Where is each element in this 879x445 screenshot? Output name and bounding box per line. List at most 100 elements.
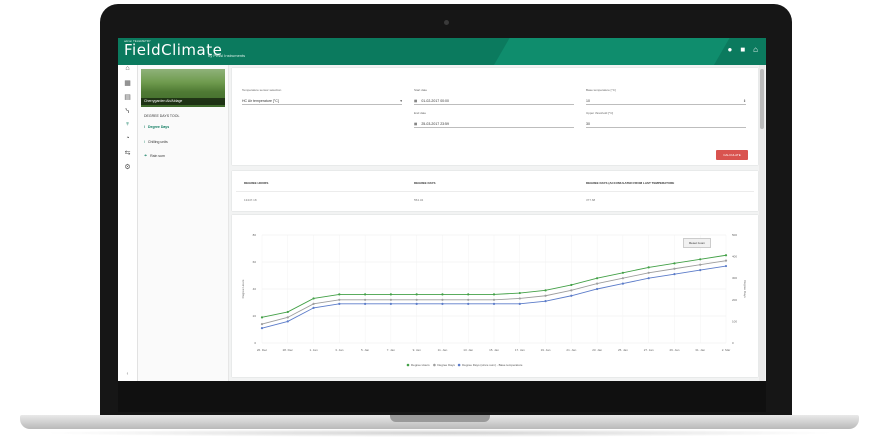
y2-axis-label: Degree Days bbox=[743, 280, 747, 298]
x-tick-label: 7. Jan bbox=[387, 348, 396, 352]
spinner-icon: ⇕ bbox=[743, 99, 746, 103]
folder-icon[interactable]: ■ bbox=[740, 46, 745, 54]
upper-threshold-value: 30 bbox=[586, 122, 590, 126]
scroll-thumb[interactable] bbox=[760, 69, 764, 129]
y-tick-label: 0 bbox=[254, 341, 256, 345]
x-tick-label: 21. Jan bbox=[566, 348, 576, 352]
x-tick-label: 19. Jan bbox=[541, 348, 551, 352]
y2-tick-label: 100 bbox=[732, 319, 737, 323]
data-point bbox=[492, 298, 496, 301]
data-point bbox=[492, 293, 496, 296]
chevron-down-icon: ▾ bbox=[400, 99, 402, 103]
data-point bbox=[467, 298, 470, 301]
table-cell: 377.68 bbox=[586, 198, 596, 202]
data-point bbox=[699, 263, 702, 266]
brand-sub: by Pessl Instruments bbox=[208, 53, 246, 58]
x-tick-label: 23. Jan bbox=[592, 348, 602, 352]
x-tick-label: 11. Jan bbox=[438, 348, 448, 352]
chart-icon[interactable]: ᓭ bbox=[118, 107, 137, 121]
data-point bbox=[312, 306, 315, 309]
header-icons: ● ■ ⌂ bbox=[727, 46, 758, 54]
menu-item-chilling-units[interactable]: ǀ Chilling units bbox=[144, 140, 168, 144]
calculate-button[interactable]: CALCULATE bbox=[716, 150, 748, 160]
x-tick-label: 9. Jan bbox=[413, 348, 422, 352]
data-point bbox=[518, 302, 521, 305]
x-tick-label: 2. Mar bbox=[722, 348, 731, 352]
temp-sensor-label: Temperature sensor selection bbox=[242, 88, 282, 92]
scrollbar[interactable] bbox=[759, 65, 765, 381]
data-point bbox=[621, 277, 624, 280]
upper-threshold-input[interactable]: 30 bbox=[586, 122, 746, 128]
chart-card: 0 20 40 60 80 0 100 200 300 400 500 26. Dec 28. Dec 1… bbox=[232, 215, 758, 377]
data-point bbox=[544, 289, 547, 292]
calendar-icon: ▦ bbox=[414, 122, 418, 126]
data-point bbox=[673, 273, 676, 276]
temp-sensor-select[interactable]: HC Air temperature [°C] ▾ bbox=[242, 99, 402, 105]
data-point bbox=[260, 316, 264, 319]
data-point bbox=[621, 282, 624, 285]
table-cell: 554.34 bbox=[414, 198, 424, 202]
data-point bbox=[570, 294, 573, 297]
data-point bbox=[389, 293, 392, 296]
sensor-icon[interactable]: ◔ bbox=[118, 135, 137, 149]
x-tick-label: 27. Jan bbox=[644, 348, 654, 352]
table-header: DEGREE HOURS bbox=[244, 181, 269, 185]
data-point bbox=[596, 277, 599, 280]
x-tick-label: 31. Jan bbox=[695, 348, 705, 352]
x-tick-label: 26. Dec bbox=[257, 348, 268, 352]
laptop-chin bbox=[118, 381, 766, 412]
base-temp-input[interactable]: 10 ⇕ bbox=[586, 99, 746, 105]
data-point bbox=[724, 254, 728, 257]
data-point bbox=[699, 269, 702, 272]
data-point bbox=[415, 302, 418, 305]
data-point bbox=[338, 302, 341, 305]
home-icon[interactable]: ⌂ bbox=[118, 65, 137, 79]
home-icon[interactable]: ⌂ bbox=[753, 46, 758, 54]
data-point bbox=[673, 262, 676, 265]
rain-icon: ☂ bbox=[144, 154, 148, 158]
data-point bbox=[492, 302, 496, 305]
data-point bbox=[415, 293, 418, 296]
end-date-input[interactable]: ▦ 25-03-2017 23:59 bbox=[414, 122, 574, 128]
collapse-icon[interactable]: ‹ bbox=[118, 371, 137, 377]
y-tick-label: 60 bbox=[253, 260, 257, 264]
data-point bbox=[286, 316, 289, 319]
menu-item-rain-sum[interactable]: ☂ Rain sum bbox=[144, 154, 165, 158]
legend-marker bbox=[457, 363, 461, 367]
data-point bbox=[260, 327, 264, 330]
degree-days-chart[interactable]: 0 20 40 60 80 0 100 200 300 400 500 26. Dec 28. Dec 1… bbox=[232, 215, 758, 377]
data-point bbox=[544, 294, 547, 297]
data-point bbox=[389, 302, 392, 305]
data-point bbox=[699, 258, 702, 261]
y-tick-label: 20 bbox=[253, 314, 257, 318]
menu-item-degree-days[interactable]: ǀ Degree Days bbox=[144, 125, 169, 129]
gear-icon[interactable]: ⚙ bbox=[118, 163, 137, 177]
summary-table: DEGREE HOURS DEGREE DAYS DEGREE DAYS (AC… bbox=[232, 171, 758, 211]
x-tick-label: 1. Jan bbox=[309, 348, 318, 352]
start-date-input[interactable]: ▦ 01-02-2017 00:00 bbox=[414, 99, 574, 105]
upper-threshold-label: Upper threshold [°C] bbox=[586, 111, 614, 115]
data-point bbox=[364, 298, 367, 301]
data-point bbox=[364, 302, 367, 305]
menu-heading: DEGREE DAYS TOOL bbox=[144, 114, 180, 118]
station-label[interactable]: Cherrygarden Ab/Ablage bbox=[141, 98, 225, 105]
user-icon[interactable]: ● bbox=[727, 46, 732, 54]
start-date-value: 01-02-2017 00:00 bbox=[421, 99, 449, 103]
data-point bbox=[647, 271, 650, 274]
data-point bbox=[724, 259, 728, 262]
screen: adcon TELEMETRY FieldClimate by Pessl In… bbox=[118, 38, 766, 381]
icon-rail: ⌂ ▦ ▤ ᓭ ♆ ◔ ⇆ ⚙ ‹ bbox=[118, 65, 138, 381]
temp-sensor-value: HC Air temperature [°C] bbox=[242, 99, 279, 103]
data-point bbox=[260, 323, 264, 326]
grid-icon[interactable]: ▦ bbox=[118, 79, 137, 93]
leaf-icon[interactable]: ♆ bbox=[118, 121, 137, 135]
data-point bbox=[596, 287, 599, 291]
arrows-icon[interactable]: ⇆ bbox=[118, 149, 137, 163]
station-icon[interactable]: ▤ bbox=[118, 93, 137, 107]
data-point bbox=[415, 298, 418, 301]
menu-item-label: Rain sum bbox=[150, 154, 165, 158]
reset-zoom-button[interactable]: Reset zoom bbox=[683, 238, 711, 248]
data-point bbox=[621, 271, 624, 274]
data-point bbox=[286, 310, 289, 314]
y-tick-label: 40 bbox=[253, 287, 257, 291]
